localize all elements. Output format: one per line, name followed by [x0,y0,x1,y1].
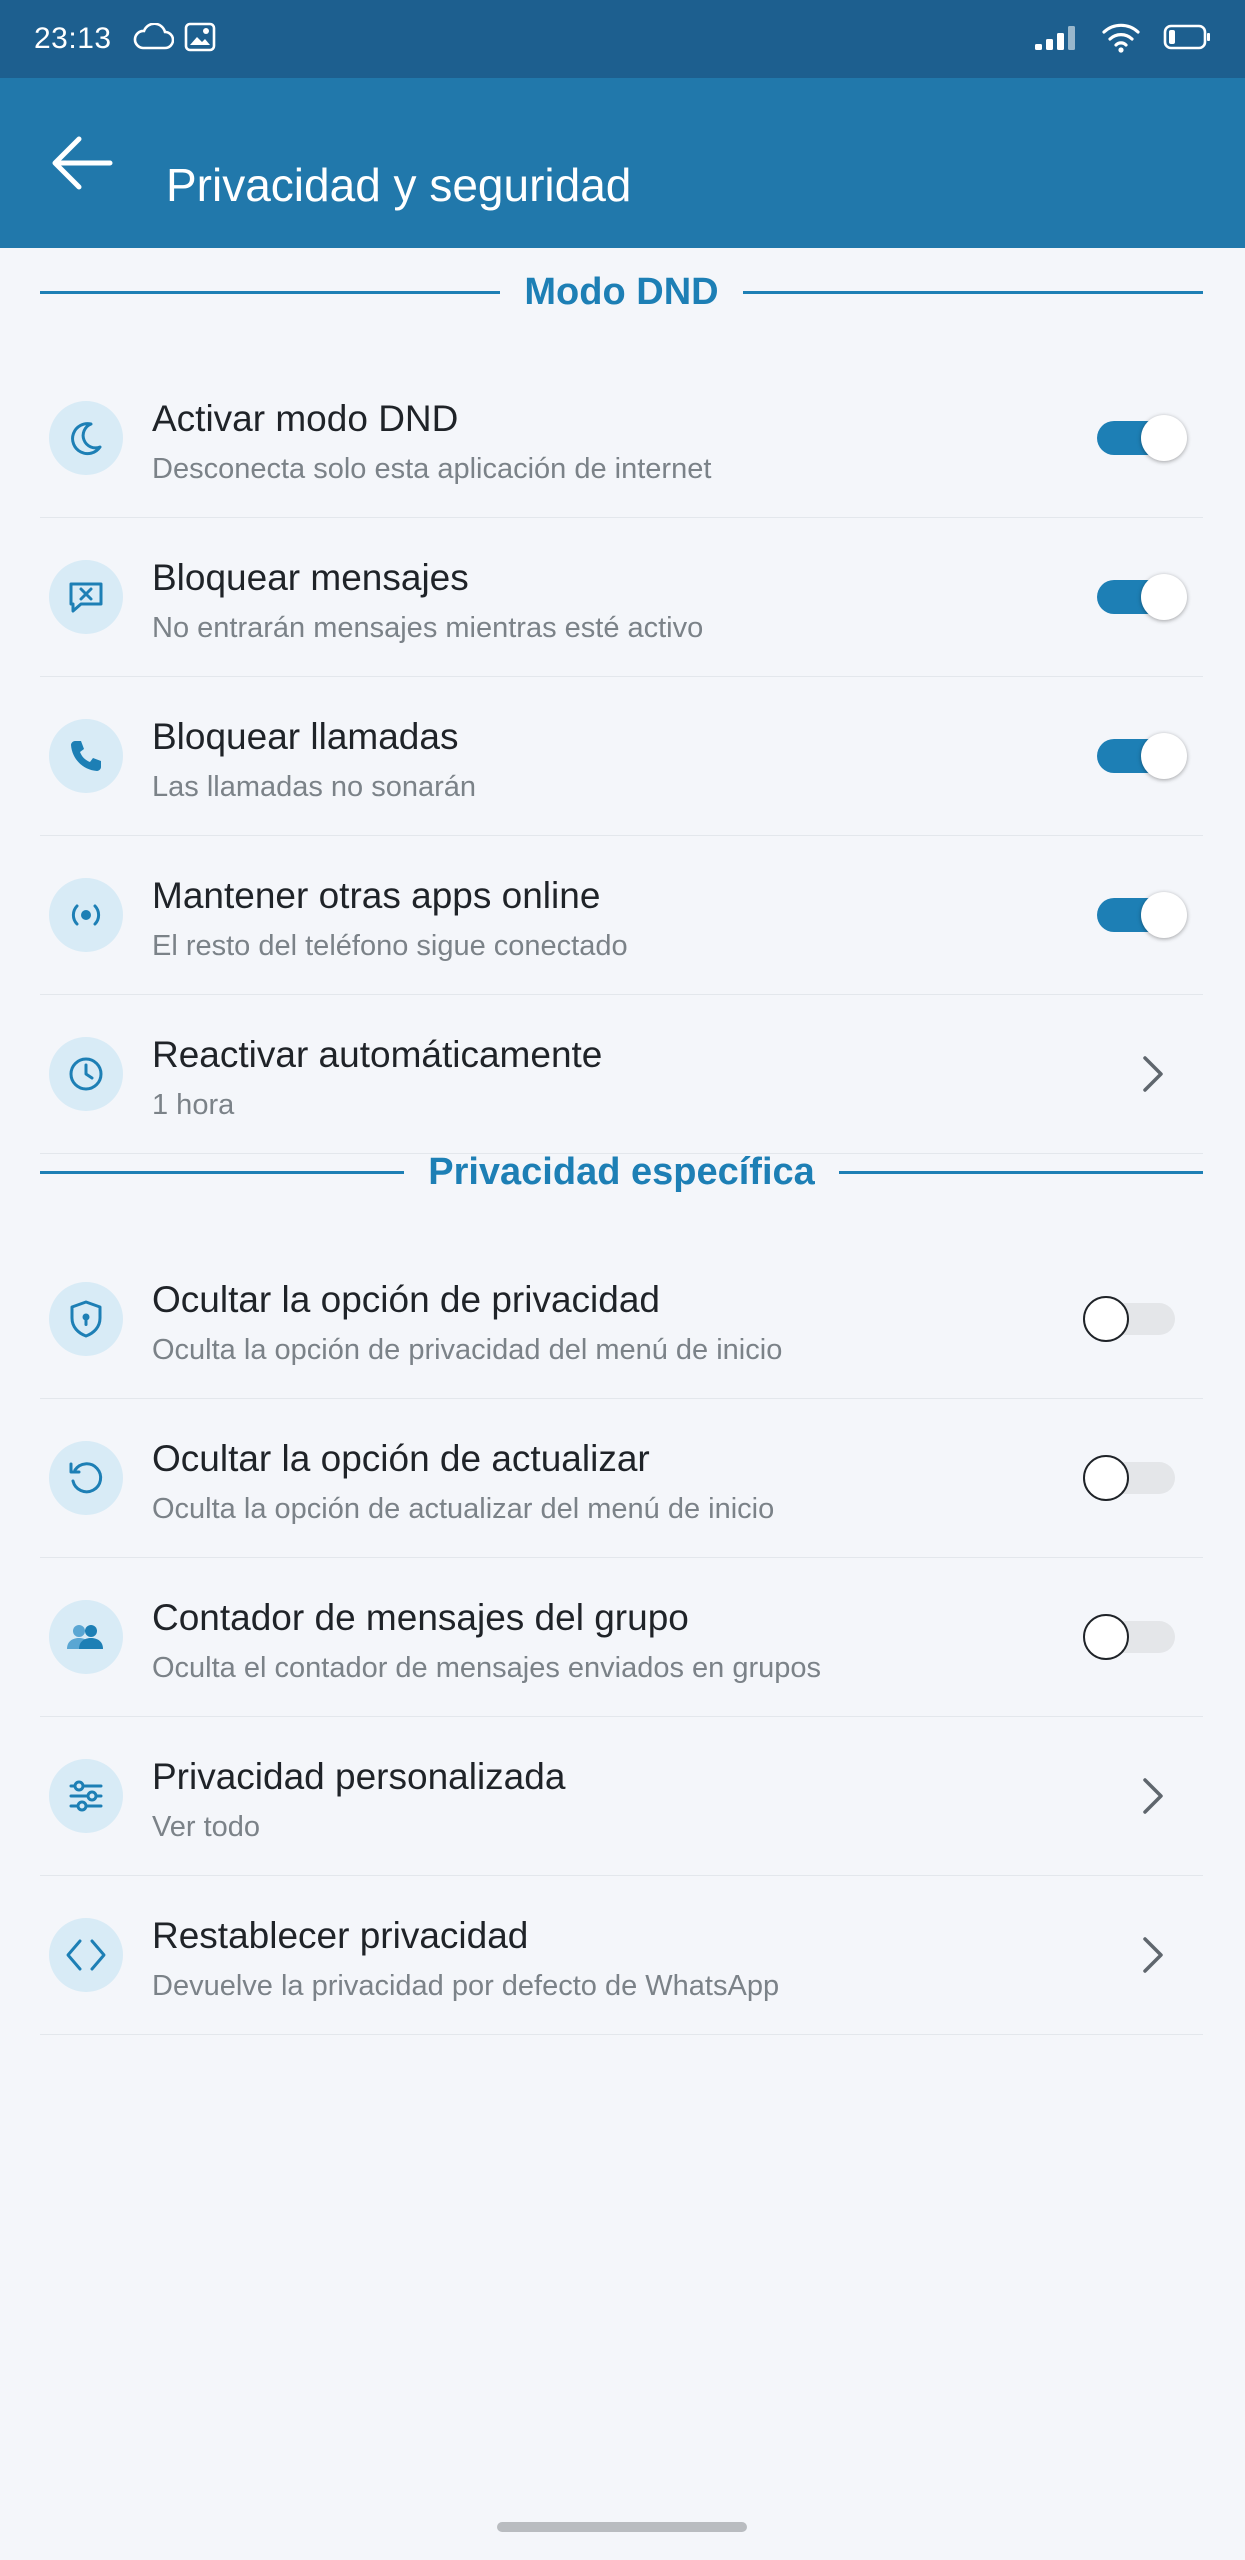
page-title: Privacidad y seguridad [166,159,632,211]
code-icon [49,1918,123,1992]
chevron-right-icon [1133,1935,1173,1975]
row-subtitle: El resto del teléfono sigue conectado [152,930,628,962]
status-time: 23:13 [34,22,112,55]
row-subtitle: No entrarán mensajes mientras esté activ… [152,612,704,644]
chevron-right-icon [1133,1054,1173,1094]
arrow-left-icon [50,134,114,197]
moon-icon [49,401,123,475]
hide-privacy-option-toggle[interactable] [1083,1296,1175,1342]
clock-icon [49,1037,123,1111]
row-ocultar-privacidad[interactable]: Ocultar la opción de privacidad Oculta l… [40,1240,1203,1399]
section-divider [40,1170,405,1174]
chevron-right-icon [1133,1776,1173,1816]
section-header-dnd: Modo DND [40,262,1203,322]
row-mantener-apps-online[interactable]: Mantener otras apps online El resto del … [40,836,1203,995]
section-divider [838,1170,1203,1174]
hide-update-option-toggle[interactable] [1083,1455,1175,1501]
section-header-privacy: Privacidad específica [40,1142,1203,1202]
row-bloquear-mensajes[interactable]: Bloquear mensajes No entrarán mensajes m… [40,518,1203,677]
row-subtitle: Oculta el contador de mensajes enviados … [152,1652,822,1684]
cloud-icon [132,21,174,56]
sliders-icon [49,1759,123,1833]
row-bloquear-llamadas[interactable]: Bloquear llamadas Las llamadas no sonará… [40,677,1203,836]
row-title: Restablecer privacidad [152,1915,529,1956]
row-title: Activar modo DND [152,398,459,439]
status-left-icons [132,21,216,57]
broadcast-icon [49,878,123,952]
dnd-toggle[interactable] [1097,415,1187,461]
group-icon [49,1600,123,1674]
wifi-icon [1101,21,1141,58]
row-restablecer-privacidad[interactable]: Restablecer privacidad Devuelve la priva… [40,1876,1203,2035]
row-subtitle: Oculta la opción de actualizar del menú … [152,1493,775,1525]
row-title: Bloquear mensajes [152,557,469,598]
row-privacidad-personalizada[interactable]: Privacidad personalizada Ver todo [40,1717,1203,1876]
group-counter-toggle[interactable] [1083,1614,1175,1660]
row-activar-modo-dnd[interactable]: Activar modo DND Desconecta solo esta ap… [40,359,1203,518]
back-button[interactable] [42,130,122,200]
image-icon [184,22,216,57]
block-calls-toggle[interactable] [1097,733,1187,779]
phone-icon [49,719,123,793]
row-title: Mantener otras apps online [152,875,601,916]
row-title: Ocultar la opción de actualizar [152,1438,650,1479]
shield-icon [49,1282,123,1356]
row-subtitle: Desconecta solo esta aplicación de inter… [152,453,712,485]
row-title: Contador de mensajes del grupo [152,1597,689,1638]
signal-icon [1033,22,1079,57]
row-title: Reactivar automáticamente [152,1034,603,1075]
section-title-privacy: Privacidad específica [428,1150,815,1193]
message-block-icon [49,560,123,634]
home-indicator[interactable] [497,2522,747,2532]
row-subtitle: 1 hora [152,1089,235,1121]
row-subtitle: Devuelve la privacidad por defecto de Wh… [152,1970,780,2002]
row-subtitle: Las llamadas no sonarán [152,771,477,803]
row-subtitle: Oculta la opción de privacidad del menú … [152,1334,783,1366]
section-divider [742,290,1203,294]
row-title: Bloquear llamadas [152,716,459,757]
row-reactivar-automaticamente[interactable]: Reactivar automáticamente 1 hora [40,995,1203,1154]
row-subtitle: Ver todo [152,1811,261,1843]
app-bar: Privacidad y seguridad [0,78,1245,248]
row-title: Ocultar la opción de privacidad [152,1279,661,1320]
status-right-icons [1033,21,1211,58]
keep-apps-online-toggle[interactable] [1097,892,1187,938]
screen: 23:13 Privacidad y seguridad Modo DND Ac… [0,0,1245,2560]
row-contador-mensajes-grupo[interactable]: Contador de mensajes del grupo Oculta el… [40,1558,1203,1717]
status-bar: 23:13 [0,0,1245,78]
row-title: Privacidad personalizada [152,1756,566,1797]
row-ocultar-actualizar[interactable]: Ocultar la opción de actualizar Oculta l… [40,1399,1203,1558]
block-messages-toggle[interactable] [1097,574,1187,620]
section-divider [40,290,501,294]
battery-icon [1163,23,1211,56]
section-title-dnd: Modo DND [524,270,719,313]
refresh-icon [49,1441,123,1515]
